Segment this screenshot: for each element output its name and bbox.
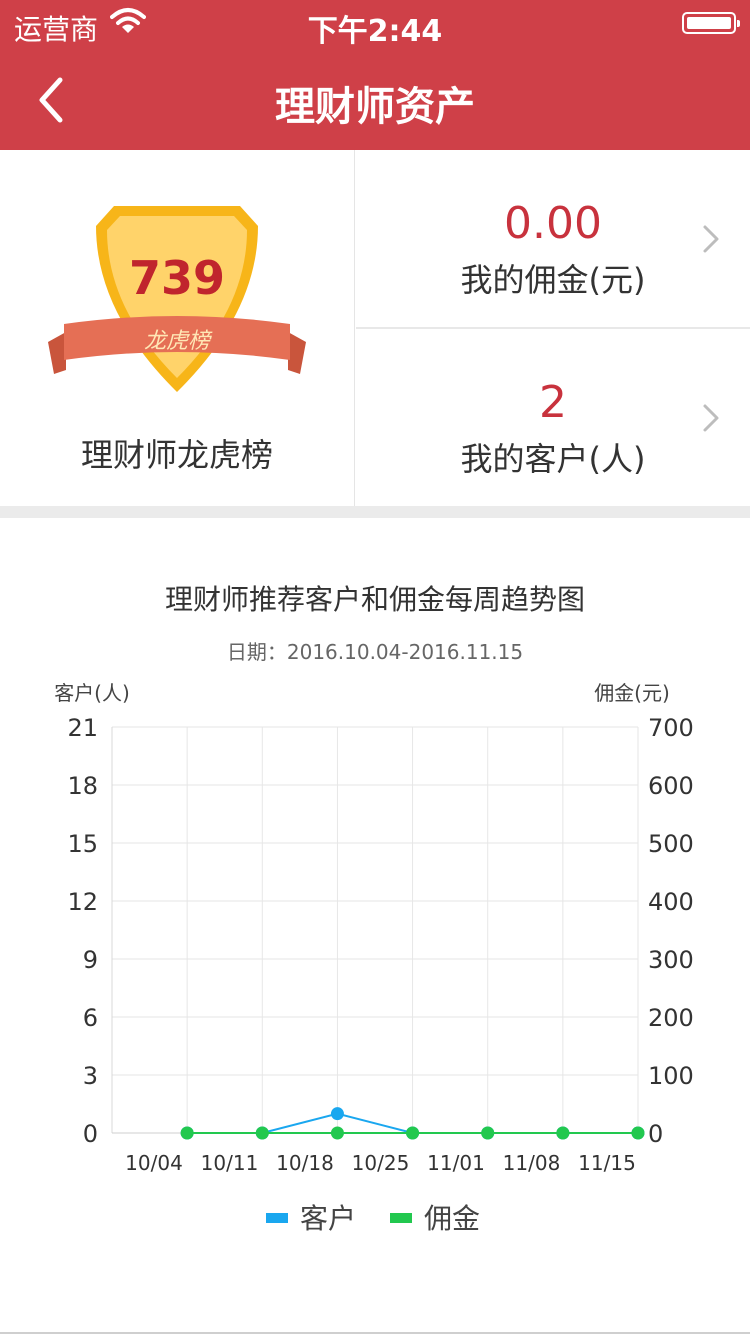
- commission-label: 我的佣金(元): [460, 261, 646, 299]
- x-tick-label: 11/01: [427, 1151, 485, 1175]
- data-point: [481, 1126, 495, 1140]
- x-tick-label: 11/08: [503, 1151, 561, 1175]
- status-bar: 运营商 下午2:44: [0, 0, 750, 50]
- y-tick-label: 9: [83, 946, 98, 974]
- y2-tick-label: 500: [648, 830, 694, 858]
- data-point: [330, 1126, 344, 1140]
- y2-tick-label: 400: [648, 888, 694, 916]
- data-point: [556, 1126, 570, 1140]
- y2-tick-label: 300: [648, 946, 694, 974]
- chevron-right-icon: [703, 225, 719, 253]
- commission-item[interactable]: 0.00 我的佣金(元): [356, 150, 750, 329]
- customers-value: 2: [539, 377, 567, 428]
- y2-tick-label: 100: [648, 1062, 694, 1090]
- y-tick-label: 15: [67, 830, 98, 858]
- y-tick-label: 0: [83, 1120, 98, 1148]
- x-tick-label: 10/11: [201, 1151, 259, 1175]
- x-tick-label: 10/25: [352, 1151, 410, 1175]
- ribbon-label: 龙虎榜: [144, 329, 213, 354]
- page-title: 理财师资产: [275, 84, 475, 130]
- customers-label: 我的客户(人): [460, 440, 646, 478]
- customers-item[interactable]: 2 我的客户(人): [356, 329, 750, 506]
- data-point: [406, 1126, 420, 1140]
- chart-date-range: 日期：2016.10.04-2016.11.15: [226, 640, 524, 664]
- x-tick-label: 10/18: [276, 1151, 334, 1175]
- leaderboard-label: 理财师龙虎榜: [80, 436, 273, 474]
- left-axis-title: 客户(人): [54, 681, 130, 705]
- y2-tick-label: 0: [648, 1120, 663, 1148]
- data-point: [180, 1126, 194, 1140]
- section-divider: [0, 506, 750, 518]
- y2-tick-label: 600: [648, 772, 694, 800]
- x-tick-label: 10/04: [125, 1151, 183, 1175]
- nav-bar: 理财师资产: [0, 50, 750, 150]
- battery-icon: [682, 12, 740, 34]
- data-point: [255, 1126, 269, 1140]
- y-tick-label: 6: [83, 1004, 98, 1032]
- y-tick-label: 3: [83, 1062, 98, 1090]
- legend-swatch: [266, 1213, 288, 1223]
- data-point: [631, 1126, 645, 1140]
- legend-swatch: [390, 1213, 412, 1223]
- legend-label: 佣金: [424, 1202, 480, 1235]
- data-point: [330, 1107, 344, 1121]
- chevron-right-icon: [703, 404, 719, 432]
- x-tick-label: 11/15: [578, 1151, 636, 1175]
- leaderboard-badge-icon: 739 龙虎榜: [48, 206, 306, 392]
- y-tick-label: 12: [67, 888, 98, 916]
- y-tick-label: 18: [67, 772, 98, 800]
- rank-number: 739: [129, 251, 225, 305]
- trend-chart: 客户(人) 佣金(元) 0 3 6 9 12 15 18 21 0 100 200 300 400 500 60…: [54, 681, 694, 1235]
- status-time: 下午2:44: [307, 14, 443, 49]
- asset-summary: 739 龙虎榜 理财师龙虎榜 0.00 我的佣金(元) 2 我的客户(人): [0, 150, 750, 506]
- right-axis-title: 佣金(元): [594, 681, 670, 705]
- legend-label: 客户: [300, 1202, 356, 1235]
- trend-chart-card: 理财师推荐客户和佣金每周趋势图 日期：2016.10.04-2016.11.15…: [0, 518, 750, 1334]
- leaderboard-panel[interactable]: 739 龙虎榜 理财师龙虎榜: [0, 150, 355, 506]
- y2-tick-label: 700: [648, 714, 694, 742]
- commission-value: 0.00: [504, 198, 602, 249]
- y2-tick-label: 200: [648, 1004, 694, 1032]
- y-tick-label: 21: [67, 714, 98, 742]
- chart-title: 理财师推荐客户和佣金每周趋势图: [164, 583, 585, 616]
